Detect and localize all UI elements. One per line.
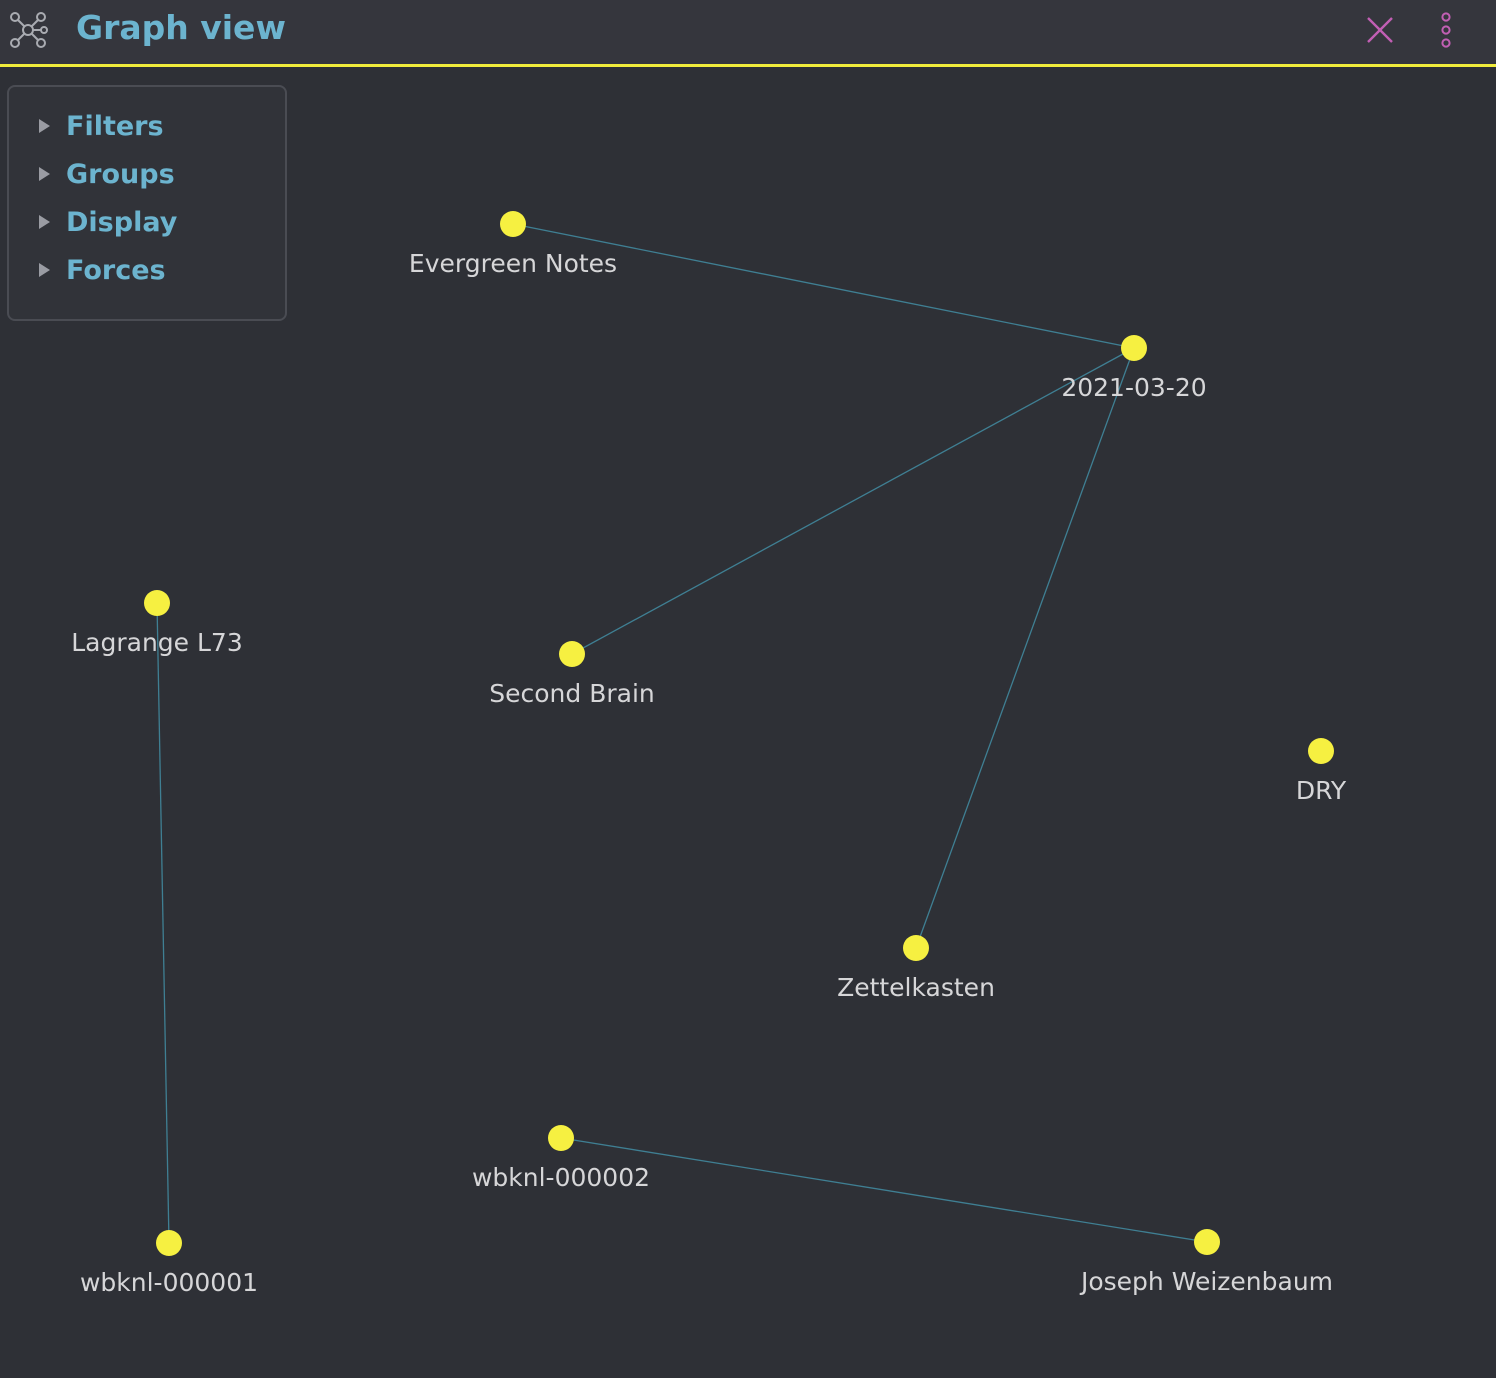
graph-node-label: 2021-03-20 (1061, 373, 1206, 402)
graph-node-dot[interactable] (548, 1125, 574, 1151)
graph-node-dot[interactable] (144, 590, 170, 616)
section-display[interactable]: Display (39, 204, 177, 240)
graph-node-label: DRY (1296, 776, 1347, 805)
graph-node-wb2[interactable]: wbknl-000002 (472, 1125, 650, 1192)
graph-node-label: Zettelkasten (837, 973, 995, 1002)
section-label: Groups (66, 158, 175, 190)
graph-node-dot[interactable] (500, 211, 526, 237)
expand-arrow-icon (39, 263, 50, 277)
close-icon[interactable] (1360, 10, 1400, 50)
graph-node-dot[interactable] (156, 1230, 182, 1256)
graph-node-label: Second Brain (489, 679, 655, 708)
graph-node-label: wbknl-000002 (472, 1163, 650, 1192)
more-vertical-icon[interactable] (1428, 10, 1464, 50)
section-label: Filters (66, 110, 164, 142)
graph-node-label: Lagrange L73 (71, 628, 243, 657)
graph-edge (915, 347, 1135, 949)
graph-edge (560, 1137, 1208, 1243)
section-label: Display (66, 206, 178, 238)
graph-node-dot[interactable] (903, 935, 929, 961)
graph-node-date[interactable]: 2021-03-20 (1061, 335, 1207, 402)
section-label: Forces (66, 254, 166, 286)
graph-icon (10, 12, 48, 48)
graph-node-dot[interactable] (1121, 335, 1147, 361)
graph-node-label: Evergreen Notes (409, 249, 617, 278)
graph-node-joseph[interactable]: Joseph Weizenbaum (1079, 1229, 1333, 1296)
graph-edge (512, 223, 1135, 349)
graph-controls-panel: Filters Groups Display Forces (7, 85, 287, 321)
expand-arrow-icon (39, 167, 50, 181)
graph-node-evergreen[interactable]: Evergreen Notes (409, 211, 617, 278)
section-groups[interactable]: Groups (39, 156, 175, 192)
graph-edge (571, 347, 1135, 655)
graph-edge (156, 602, 170, 1244)
graph-node-dot[interactable] (1194, 1229, 1220, 1255)
graph-node-label: wbknl-000001 (80, 1268, 258, 1297)
graph-node-dot[interactable] (1308, 738, 1334, 764)
graph-node-label: Joseph Weizenbaum (1079, 1267, 1333, 1296)
graph-node-dot[interactable] (559, 641, 585, 667)
graph-node-zettel[interactable]: Zettelkasten (837, 935, 995, 1002)
graph-node-wb1[interactable]: wbknl-000001 (80, 1230, 258, 1297)
graph-node-second[interactable]: Second Brain (489, 641, 655, 708)
section-filters[interactable]: Filters (39, 108, 164, 144)
view-header: Graph view (0, 0, 1496, 67)
expand-arrow-icon (39, 215, 50, 229)
expand-arrow-icon (39, 119, 50, 133)
graph-node-dry[interactable]: DRY (1296, 738, 1347, 805)
section-forces[interactable]: Forces (39, 252, 166, 288)
page-title: Graph view (76, 8, 286, 47)
